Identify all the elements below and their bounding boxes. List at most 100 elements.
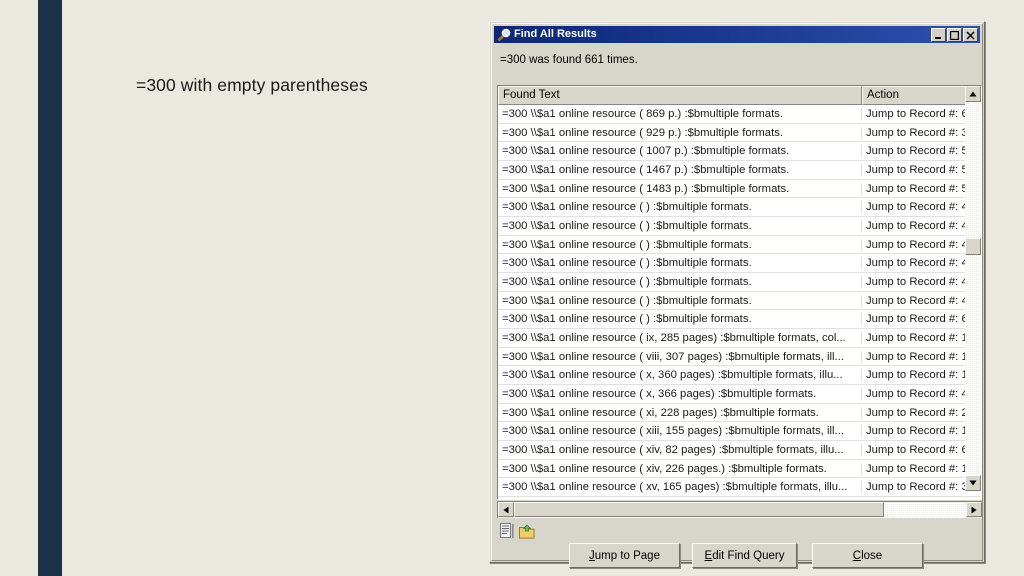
dialog-inner-frame: Find All Results =300 was found 661 time… xyxy=(491,23,983,568)
results-header-row: Found Text Action xyxy=(498,86,981,105)
scroll-down-button[interactable] xyxy=(965,475,981,491)
cell-found-text: =300 \\$a1 online resource ( x, 360 page… xyxy=(498,369,862,382)
table-row[interactable]: =300 \\$a1 online resource ( xiv, 226 pa… xyxy=(498,459,981,479)
table-row[interactable]: =300 \\$a1 online resource ( 1467 p.) :$… xyxy=(498,161,981,180)
scroll-right-button[interactable] xyxy=(966,502,982,517)
table-row[interactable]: =300 \\$a1 online resource ( xv, 165 pag… xyxy=(498,478,981,498)
vertical-scrollbar-track[interactable] xyxy=(965,102,981,475)
dialog-titlebar[interactable]: Find All Results xyxy=(494,26,980,43)
horizontal-scrollbar-thumb[interactable] xyxy=(514,502,884,517)
table-row[interactable]: =300 \\$a1 online resource ( x, 360 page… xyxy=(498,366,981,386)
table-row[interactable]: =300 \\$a1 online resource ( ix, 285 pag… xyxy=(498,329,981,348)
copy-to-clipboard-icon[interactable] xyxy=(500,523,515,544)
dialog-title: Find All Results xyxy=(514,28,597,40)
window-controls xyxy=(931,27,978,42)
cell-found-text: =300 \\$a1 online resource ( 869 p.) :$b… xyxy=(498,107,862,120)
table-row[interactable]: =300 \\$a1 online resource ( 1483 p.) :$… xyxy=(498,179,981,199)
cell-action[interactable]: Jump to Record #: 4 xyxy=(862,201,981,213)
cell-action[interactable]: Jump to Record #: 6 xyxy=(862,313,981,325)
cell-found-text: =300 \\$a1 online resource ( 1467 p.) :$… xyxy=(498,163,862,176)
close-button[interactable] xyxy=(963,27,978,42)
cell-action[interactable]: Jump to Record #: 2 xyxy=(862,407,981,419)
table-row[interactable]: =300 \\$a1 online resource ( ) :$bmultip… xyxy=(498,235,981,255)
cell-found-text: =300 \\$a1 online resource ( 1483 p.) :$… xyxy=(498,182,862,195)
cell-found-text: =300 \\$a1 online resource ( 929 p.) :$b… xyxy=(498,126,862,139)
presentation-slide: =300 with empty parentheses Find All Res… xyxy=(0,0,1024,576)
cell-action[interactable]: Jump to Record #: 6 xyxy=(862,108,981,120)
cell-action[interactable]: Jump to Record #: 1 xyxy=(862,463,981,475)
cell-action[interactable]: Jump to Record #: 5 xyxy=(862,145,981,157)
magnifier-icon xyxy=(497,28,511,42)
table-row[interactable]: =300 \\$a1 online resource ( 869 p.) :$b… xyxy=(498,105,981,124)
cell-found-text: =300 \\$a1 online resource ( ) :$bmultip… xyxy=(498,275,862,288)
table-row[interactable]: =300 \\$a1 online resource ( ) :$bmultip… xyxy=(498,217,981,236)
cell-found-text: =300 \\$a1 online resource ( ) :$bmultip… xyxy=(498,294,862,307)
cell-action[interactable]: Jump to Record #: 4 xyxy=(862,257,981,269)
cell-found-text: =300 \\$a1 online resource ( xv, 165 pag… xyxy=(498,481,862,494)
cell-action[interactable]: Jump to Record #: 5 xyxy=(862,183,981,195)
scroll-up-button[interactable] xyxy=(965,86,981,102)
close-accel: C xyxy=(852,549,862,562)
table-row[interactable]: =300 \\$a1 online resource ( ) :$bmultip… xyxy=(498,273,981,292)
close-label: lose xyxy=(861,549,883,562)
table-row[interactable]: =300 \\$a1 online resource ( x, 366 page… xyxy=(498,385,981,404)
cell-action[interactable]: Jump to Record #: 1 xyxy=(862,332,981,344)
results-listbox[interactable]: Found Text Action =300 \\$a1 online reso… xyxy=(497,85,982,500)
table-row[interactable]: =300 \\$a1 online resource ( ) :$bmultip… xyxy=(498,254,981,274)
cell-action[interactable]: Jump to Record #: 5 xyxy=(862,164,981,176)
scroll-left-button[interactable] xyxy=(498,502,514,517)
table-row[interactable]: =300 \\$a1 online resource ( ) :$bmultip… xyxy=(498,310,981,330)
jump-to-page-button[interactable]: Jump to Page xyxy=(569,543,680,568)
results-rows: =300 \\$a1 online resource ( 869 p.) :$b… xyxy=(498,105,981,499)
column-header-action[interactable]: Action xyxy=(862,86,981,105)
cell-action[interactable]: Jump to Record #: 3 xyxy=(862,481,981,493)
table-row[interactable]: =300 \\$a1 online resource ( ) :$bmultip… xyxy=(498,291,981,311)
cell-action[interactable]: Jump to Record #: 3 xyxy=(862,127,981,139)
jump-to-page-label: ump to Page xyxy=(594,549,660,562)
cell-found-text: =300 \\$a1 online resource ( ) :$bmultip… xyxy=(498,313,862,326)
table-row[interactable]: =300 \\$a1 online resource ( xi, 228 pag… xyxy=(498,403,981,423)
cell-action[interactable]: Jump to Record #: 4 xyxy=(862,295,981,307)
cell-found-text: =300 \\$a1 online resource ( ) :$bmultip… xyxy=(498,201,862,214)
find-all-results-dialog: Find All Results =300 was found 661 time… xyxy=(489,21,985,568)
cell-action[interactable]: Jump to Record #: 1 xyxy=(862,425,981,437)
cell-found-text: =300 \\$a1 online resource ( ) :$bmultip… xyxy=(498,219,862,232)
cell-action[interactable]: Jump to Record #: 1 xyxy=(862,369,981,381)
export-folder-icon[interactable] xyxy=(519,524,535,544)
column-header-found-text[interactable]: Found Text xyxy=(498,86,862,105)
cell-action[interactable]: Jump to Record #: 4 xyxy=(862,220,981,232)
cell-found-text: =300 \\$a1 online resource ( xi, 228 pag… xyxy=(498,406,862,419)
cell-found-text: =300 \\$a1 online resource ( xiv, 82 pag… xyxy=(498,443,862,456)
table-row[interactable]: =300 \\$a1 online resource ( xiv, 82 pag… xyxy=(498,441,981,460)
cell-found-text: =300 \\$a1 online resource ( ix, 285 pag… xyxy=(498,331,862,344)
cell-found-text: =300 \\$a1 online resource ( xiv, 226 pa… xyxy=(498,462,862,475)
cell-found-text: =300 \\$a1 online resource ( ) :$bmultip… xyxy=(498,238,862,251)
vertical-scrollbar-thumb[interactable] xyxy=(965,238,981,255)
slide-heading: =300 with empty parentheses xyxy=(136,75,368,95)
cell-found-text: =300 \\$a1 online resource ( ) :$bmultip… xyxy=(498,257,862,270)
horizontal-scrollbar[interactable] xyxy=(497,501,982,518)
cell-found-text: =300 \\$a1 online resource ( viii, 307 p… xyxy=(498,350,862,363)
cell-action[interactable]: Jump to Record #: 4 xyxy=(862,239,981,251)
cell-action[interactable]: Jump to Record #: 1 xyxy=(862,351,981,363)
cell-action[interactable]: Jump to Record #: 4 xyxy=(862,388,981,400)
cell-found-text: =300 \\$a1 online resource ( x, 366 page… xyxy=(498,387,862,400)
cell-action[interactable]: Jump to Record #: 6 xyxy=(862,444,981,456)
table-row[interactable]: =300 \\$a1 online resource ( ) :$bmultip… xyxy=(498,198,981,218)
cell-action[interactable]: Jump to Record #: 4 xyxy=(862,276,981,288)
cell-found-text: =300 \\$a1 online resource ( 1007 p.) :$… xyxy=(498,145,862,158)
edit-find-query-label: dit Find Query xyxy=(712,549,785,562)
table-row[interactable]: =300 \\$a1 online resource ( xiii, 155 p… xyxy=(498,422,981,442)
table-row[interactable]: =300 \\$a1 online resource ( viii, 307 p… xyxy=(498,347,981,367)
table-row[interactable]: =300 \\$a1 online resource ( 1007 p.) :$… xyxy=(498,142,981,162)
table-row[interactable]: =300 \\$a1 online resource ( 929 p.) :$b… xyxy=(498,123,981,143)
results-count-message: =300 was found 661 times. xyxy=(500,54,638,66)
close-dialog-button[interactable]: Close xyxy=(812,543,923,568)
dialog-tool-icons xyxy=(500,523,535,544)
slide-accent-bar xyxy=(38,0,62,576)
edit-find-query-button[interactable]: Edit Find Query xyxy=(692,543,797,568)
vertical-scrollbar[interactable] xyxy=(965,86,981,491)
cell-found-text: =300 \\$a1 online resource ( xiii, 155 p… xyxy=(498,425,862,438)
maximize-button[interactable] xyxy=(947,27,962,42)
minimize-button[interactable] xyxy=(931,27,946,42)
